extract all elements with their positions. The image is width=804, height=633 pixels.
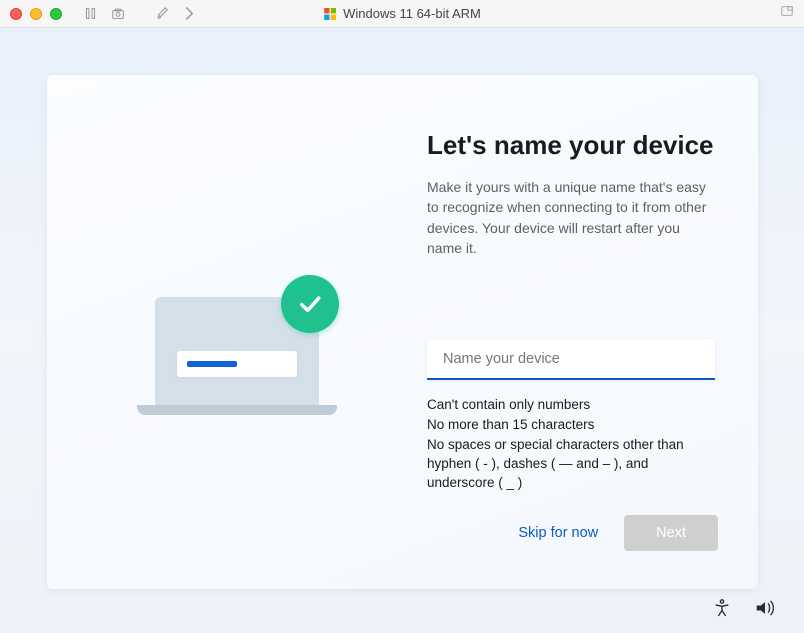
expand-icon[interactable] <box>780 4 794 23</box>
window-title: Windows 11 64-bit ARM <box>323 6 481 21</box>
device-name-field-wrap <box>427 340 715 380</box>
laptop-base <box>137 405 337 415</box>
vm-display: Let's name your device Make it yours wit… <box>0 28 804 633</box>
maximize-window-button[interactable] <box>50 8 62 20</box>
oobe-card: Let's name your device Make it yours wit… <box>47 75 758 589</box>
page-subtitle: Make it yours with a unique name that's … <box>427 177 718 258</box>
oobe-corner-icons <box>712 598 776 623</box>
check-icon <box>296 290 324 318</box>
footer-actions: Skip for now Next <box>427 515 718 559</box>
settings-icon[interactable] <box>155 6 170 21</box>
snapshot-icon[interactable] <box>111 7 125 21</box>
skip-for-now-link[interactable]: Skip for now <box>518 525 598 541</box>
accessibility-icon[interactable] <box>712 598 732 623</box>
rule-line: No more than 15 characters <box>427 416 718 435</box>
checkmark-badge <box>281 275 339 333</box>
forward-icon[interactable] <box>184 7 195 20</box>
window-controls <box>10 8 62 20</box>
titlebar: Windows 11 64-bit ARM <box>0 0 804 28</box>
laptop-text-line <box>187 361 237 367</box>
laptop-name-field <box>177 351 297 377</box>
next-button[interactable]: Next <box>624 515 718 551</box>
illustration-column <box>47 75 427 589</box>
pause-icon[interactable] <box>84 7 97 20</box>
minimize-window-button[interactable] <box>30 8 42 20</box>
window-title-text: Windows 11 64-bit ARM <box>343 6 481 21</box>
page-heading: Let's name your device <box>427 130 718 161</box>
rule-line: No spaces or special characters other th… <box>427 436 718 493</box>
content-column: Let's name your device Make it yours wit… <box>427 75 758 589</box>
volume-icon[interactable] <box>754 598 776 623</box>
windows-icon <box>323 7 337 21</box>
rule-line: Can't contain only numbers <box>427 396 718 415</box>
device-name-input[interactable] <box>427 340 715 380</box>
laptop-illustration <box>137 267 337 437</box>
naming-rules: Can't contain only numbers No more than … <box>427 396 718 493</box>
toolbar <box>84 6 195 21</box>
close-window-button[interactable] <box>10 8 22 20</box>
